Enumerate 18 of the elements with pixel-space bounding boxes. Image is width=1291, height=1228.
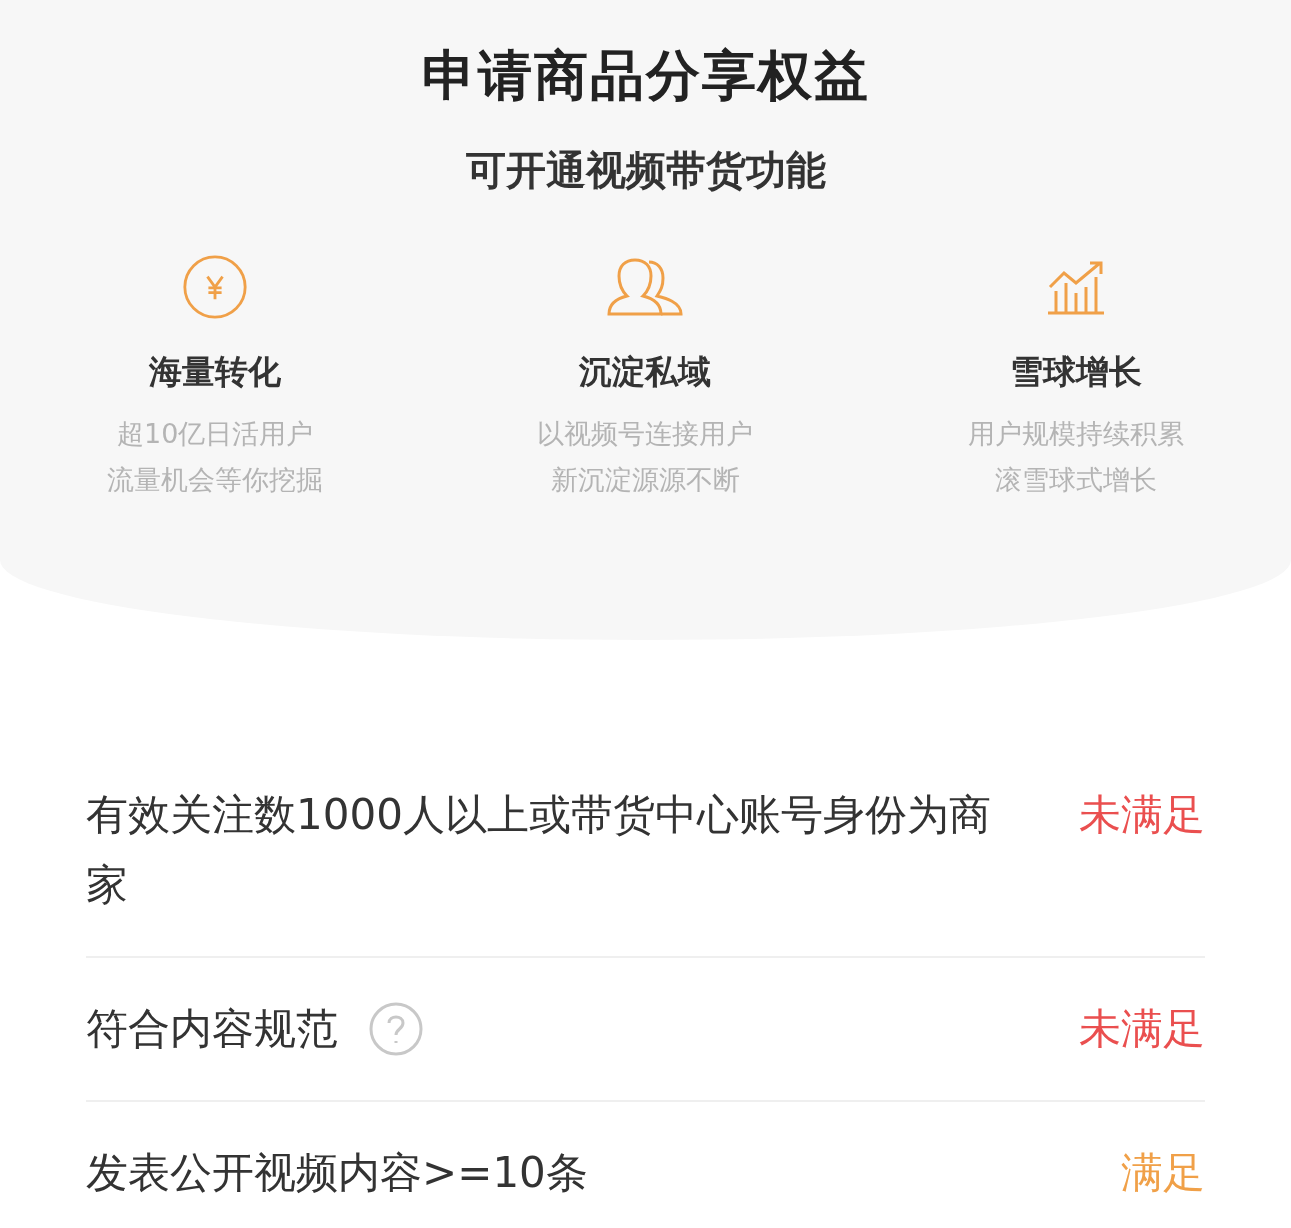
feature-description: 滚雪球式增长 (994, 463, 1157, 497)
page-title: 申请商品分享权益 (420, 43, 871, 109)
requirement-text: 有效关注数1000人以上或带货中心账号身份为商家 (86, 789, 991, 911)
requirement-text: 发表公开视频内容>=10条 (86, 1147, 588, 1199)
feature-description: 流量机会等你挖掘 (107, 463, 324, 497)
feature-title: 沉淀私域 (579, 351, 712, 393)
requirement-text: 符合内容规范 (86, 1003, 338, 1055)
feature-description: 用户规模持续积累 (967, 417, 1184, 451)
feature-title: 雪球增长 (1009, 351, 1142, 393)
requirement-status: 满足 (1121, 1147, 1205, 1199)
feature-description: 超10亿日活用户 (117, 417, 314, 451)
feature-title: 海量转化 (149, 351, 282, 393)
page-subtitle: 可开通视频带货功能 (464, 146, 827, 195)
feature-description: 新沉淀源源不断 (551, 463, 740, 497)
requirement-status: 未满足 (1079, 789, 1205, 841)
help-icon[interactable] (368, 1001, 424, 1057)
feature-description: 以视频号连接用户 (537, 417, 754, 451)
requirement-status: 未满足 (1079, 1003, 1205, 1055)
